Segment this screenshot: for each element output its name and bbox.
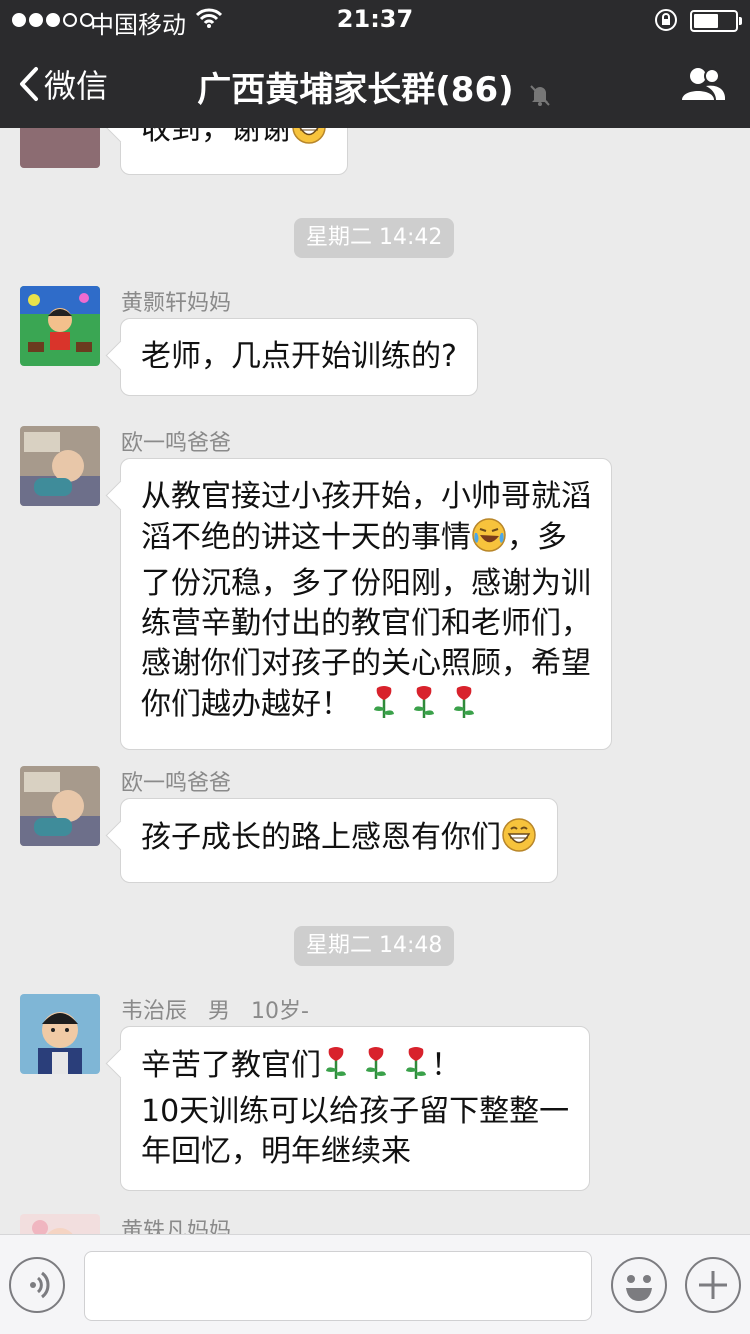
message-bubble[interactable]: 从教官接过小孩开始，小帅哥就滔 滔不绝的讲这十天的事情 ，多 了份沉稳，多了份阳刚…: [120, 458, 612, 750]
input-toolbar: [0, 1234, 750, 1334]
rose-emoji-icon: [361, 1045, 391, 1092]
message-text-line: 年回忆，明年继续来: [141, 1134, 411, 1169]
sender-name: 黄颢轩妈妈: [121, 291, 232, 316]
rose-emoji-icon: [401, 1045, 431, 1092]
sender-name: 黄轶凡妈妈: [121, 1219, 232, 1234]
message-text-line: 辛苦了教官们: [141, 1048, 321, 1083]
rose-emoji-icon: [321, 1045, 351, 1092]
chat-title-area: 广西黄埔家长群(86): [0, 62, 750, 112]
plus-icon: [699, 1271, 727, 1299]
message-bubble[interactable]: 收到，谢谢: [120, 128, 348, 175]
message-text-line: ，多: [507, 520, 567, 555]
group-members-icon: [682, 68, 726, 100]
status-time: 21:37: [336, 5, 414, 33]
group-members-button[interactable]: [680, 66, 726, 106]
message-text-line: 感谢你们对孩子的关心照顾，希望: [141, 646, 591, 681]
message-text-line: 从教官接过小孩开始，小帅哥就滔: [141, 479, 591, 514]
avatar[interactable]: [20, 128, 100, 168]
message-bubble[interactable]: 孩子成长的路上感恩有你们: [120, 798, 558, 883]
rose-emoji-icon: [449, 684, 479, 731]
message-bubble[interactable]: 老师，几点开始训练的?: [120, 318, 478, 396]
avatar[interactable]: [20, 994, 100, 1074]
sender-name: 欧一鸣爸爸: [121, 431, 232, 456]
avatar[interactable]: [20, 286, 100, 366]
voice-button[interactable]: [9, 1257, 65, 1313]
message-text-line: 了份沉稳，多了份阳刚，感谢为训: [141, 566, 591, 601]
grinning-emoji-icon: [501, 817, 537, 864]
chat-message-list[interactable]: 收到，谢谢 星期二 14:42 黄颢轩妈妈 老师，几点开始训练的? 欧一鸣爸爸 …: [0, 128, 750, 1234]
more-button[interactable]: [685, 1257, 741, 1313]
grinning-emoji-icon: [291, 128, 327, 156]
message-text-line: 你们越办越好！: [141, 687, 351, 722]
rose-emoji-icon: [409, 684, 439, 731]
voice-icon: [30, 1271, 50, 1299]
emoji-icon: [626, 1275, 652, 1301]
message-text-line: 10天训练可以给孩子留下整整一: [141, 1094, 570, 1129]
timestamp-divider: 星期二 14:48: [294, 926, 455, 966]
message-text-line: 滔不绝的讲这十天的事情: [141, 520, 471, 555]
crying-laughing-emoji-icon: [471, 517, 507, 564]
status-bar: 中国移动 21:37: [0, 0, 750, 40]
avatar[interactable]: [20, 1214, 100, 1234]
emoji-button[interactable]: [611, 1257, 667, 1313]
sender-name: 欧一鸣爸爸: [121, 771, 232, 796]
rotation-lock-icon: [654, 8, 678, 38]
message-text-line: ！: [431, 1048, 461, 1083]
top-bar: 中国移动 21:37 微信 广西黄埔家长群(86): [0, 0, 750, 128]
battery-icon: [690, 10, 742, 32]
message-text: 老师，几点开始训练的?: [141, 339, 457, 374]
message-input[interactable]: [84, 1251, 592, 1321]
message-text-line: 练营辛勤付出的教官们和老师们，: [141, 606, 591, 641]
sender-name: 韦治辰 男 10岁-: [121, 999, 309, 1024]
timestamp-divider: 星期二 14:42: [294, 218, 455, 258]
avatar[interactable]: [20, 426, 100, 506]
mute-bell-icon: [527, 82, 553, 112]
battery-level: [694, 14, 718, 28]
rose-emoji-icon: [369, 684, 399, 731]
message-text: 孩子成长的路上感恩有你们: [141, 820, 501, 855]
avatar[interactable]: [20, 766, 100, 846]
message-bubble[interactable]: 辛苦了教官们 ！ 10天训练可以给孩子留下整整一 年回忆，明年继续来: [120, 1026, 591, 1191]
navigation-bar: 微信 广西黄埔家长群(86): [0, 40, 750, 128]
message-text: 收到，谢谢: [141, 128, 291, 147]
chat-title: 广西黄埔家长群(86): [197, 70, 514, 110]
